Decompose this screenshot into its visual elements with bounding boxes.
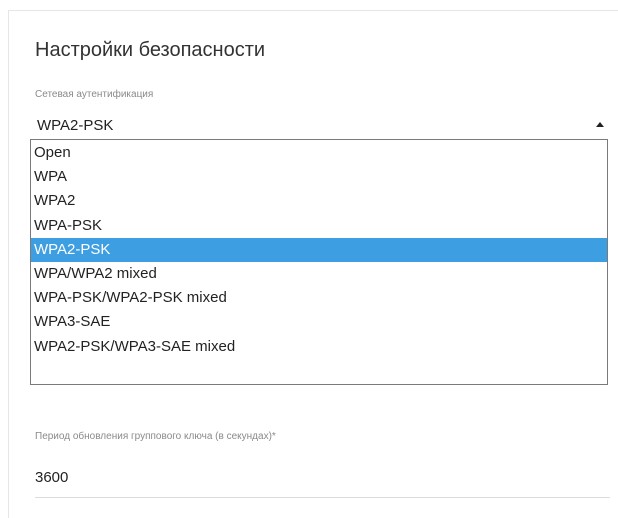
auth-option-wpa2-psk-wpa3-sae-mixed[interactable]: WPA2-PSK/WPA3-SAE mixed bbox=[31, 335, 607, 359]
auth-option-wpa2-psk[interactable]: WPA2-PSK bbox=[31, 237, 607, 262]
auth-option-wpa-wpa2-mixed[interactable]: WPA/WPA2 mixed bbox=[31, 262, 607, 286]
auth-dropdown-list: Open WPA WPA2 WPA-PSK WPA2-PSK WPA/WPA2 … bbox=[30, 139, 608, 385]
caret-up-icon bbox=[596, 122, 604, 127]
section-title: Настройки безопасности bbox=[35, 39, 266, 61]
auth-option-wpa3-sae[interactable]: WPA3-SAE bbox=[31, 310, 607, 334]
auth-option-wpa2[interactable]: WPA2 bbox=[31, 189, 607, 213]
rekey-field-label: Период обновления группового ключа (в се… bbox=[35, 431, 276, 442]
auth-select-value: WPA2-PSK bbox=[37, 117, 114, 134]
rekey-interval-value: 3600 bbox=[35, 469, 69, 486]
auth-option-wpa-psk-wpa2-psk-mixed[interactable]: WPA-PSK/WPA2-PSK mixed bbox=[31, 286, 607, 310]
auth-option-open[interactable]: Open bbox=[31, 141, 607, 165]
auth-select[interactable]: WPA2-PSK bbox=[35, 109, 610, 139]
auth-option-wpa[interactable]: WPA bbox=[31, 165, 607, 189]
auth-field-label: Сетевая аутентификация bbox=[35, 89, 154, 100]
rekey-interval-input[interactable]: 3600 bbox=[35, 457, 610, 498]
auth-option-wpa-psk[interactable]: WPA-PSK bbox=[31, 214, 607, 238]
